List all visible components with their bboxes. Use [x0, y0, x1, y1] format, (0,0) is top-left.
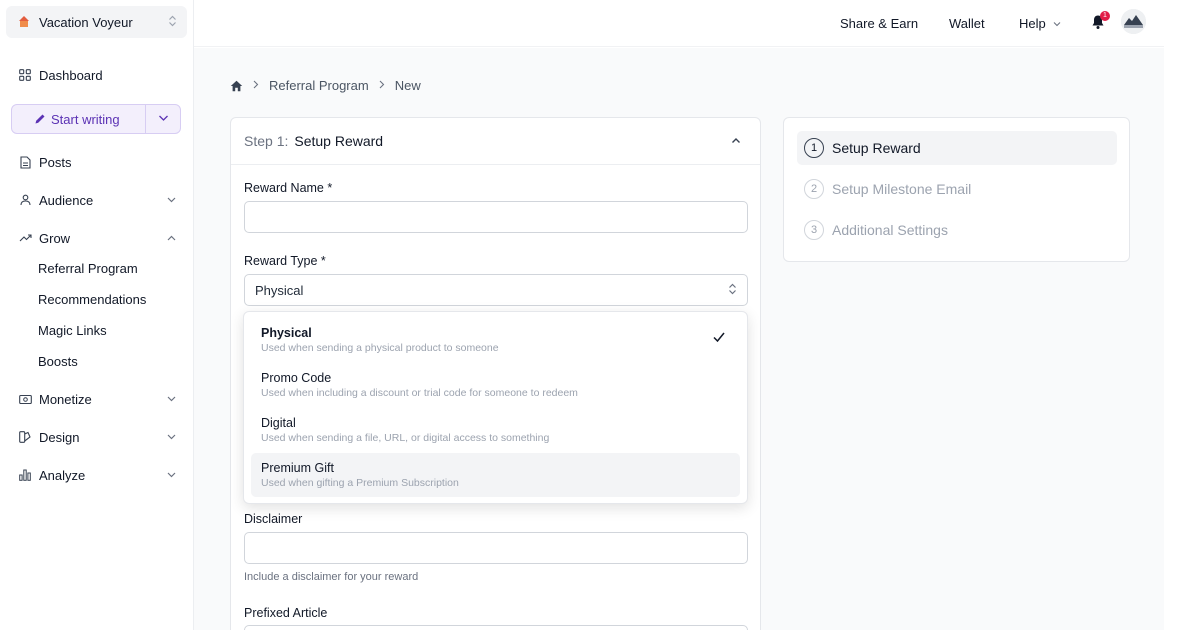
chevron-up-icon[interactable]: [731, 135, 741, 147]
reward-type-dropdown: Physical Used when sending a physical pr…: [243, 311, 748, 504]
help-menu[interactable]: Help: [1019, 16, 1061, 31]
sidebar-item-grow[interactable]: Grow: [18, 227, 176, 249]
sidebar-item-label: Audience: [39, 192, 94, 208]
wallet-link[interactable]: Wallet: [949, 16, 985, 31]
option-description: Used when including a discount or trial …: [261, 387, 578, 399]
option-description: Used when sending a physical product to …: [261, 342, 499, 354]
option-title: Premium Gift: [261, 461, 334, 475]
reward-name-label: Reward Name *: [244, 181, 333, 195]
option-premium-gift[interactable]: Premium Gift Used when gifting a Premium…: [251, 453, 740, 497]
sidebar-subitem-referral-program[interactable]: Referral Program: [38, 259, 138, 279]
sidebar-item-audience[interactable]: Audience: [18, 189, 176, 211]
step-title: Setup Reward: [294, 133, 384, 149]
start-writing-label: Start writing: [51, 111, 120, 127]
sidebar-item-dashboard[interactable]: Dashboard: [18, 64, 176, 86]
sidebar-item-design[interactable]: Design: [18, 426, 176, 448]
option-title: Promo Code: [261, 371, 332, 385]
check-icon: [713, 332, 725, 343]
chevron-down-icon: [167, 394, 176, 405]
breadcrumb-current: New: [394, 78, 421, 93]
avatar[interactable]: [1121, 9, 1146, 34]
step-number: 1: [804, 138, 824, 158]
sidebar-item-analyze[interactable]: Analyze: [18, 464, 176, 486]
step-setup-reward[interactable]: 1 Setup Reward: [797, 131, 1117, 165]
start-writing-dropdown-button[interactable]: [146, 113, 180, 125]
publication-switcher[interactable]: Vacation Voyeur: [6, 6, 187, 38]
step-label: Setup Milestone Email: [832, 181, 972, 197]
right-margin: [1164, 0, 1200, 630]
sidebar: [0, 0, 194, 630]
chevron-down-icon: [167, 470, 176, 481]
chevron-up-down-icon: [728, 283, 737, 298]
steps-panel: 1 Setup Reward 2 Setup Milestone Email 3…: [783, 117, 1130, 262]
notification-badge: 1: [1100, 11, 1110, 21]
prefixed-article-label: Prefixed Article: [244, 606, 328, 620]
step-setup-milestone-email[interactable]: 2 Setup Milestone Email: [797, 172, 1117, 206]
sidebar-item-label: Monetize: [39, 391, 92, 407]
prefixed-article-select[interactable]: [244, 625, 748, 630]
disclaimer-help-text: Include a disclaimer for your reward: [244, 571, 419, 583]
reward-type-value: Physical: [255, 282, 304, 298]
sidebar-item-label: Grow: [39, 230, 71, 246]
share-earn-link[interactable]: Share & Earn: [840, 16, 918, 31]
banknote-icon: [18, 392, 32, 406]
sidebar-item-label: Design: [39, 429, 80, 445]
chevron-right-icon: [379, 80, 385, 92]
reward-name-input[interactable]: [244, 201, 748, 233]
chevron-down-icon: [1053, 21, 1061, 26]
home-icon[interactable]: [230, 80, 243, 92]
disclaimer-label: Disclaimer: [244, 512, 303, 526]
sidebar-item-posts[interactable]: Posts: [18, 151, 176, 173]
pencil-icon: [35, 114, 45, 124]
help-label: Help: [1019, 16, 1046, 31]
start-writing-button-group: Start writing: [11, 104, 181, 134]
sidebar-subitem-magic-links[interactable]: Magic Links: [38, 321, 107, 341]
step-label: Step 1:: [244, 133, 289, 149]
chevron-up-down-icon: [168, 15, 177, 30]
disclaimer-input[interactable]: [244, 532, 748, 564]
sidebar-subitem-boosts[interactable]: Boosts: [38, 352, 78, 372]
sidebar-item-label: Posts: [39, 154, 72, 170]
chevron-down-icon: [167, 195, 176, 206]
document-icon: [18, 155, 32, 169]
step-header[interactable]: Step 1: Setup Reward: [231, 118, 760, 165]
palette-icon: [18, 430, 32, 444]
sidebar-item-label: Analyze: [39, 467, 86, 483]
step-label: Additional Settings: [832, 222, 948, 238]
option-physical[interactable]: Physical Used when sending a physical pr…: [251, 318, 740, 362]
step-additional-settings[interactable]: 3 Additional Settings: [797, 213, 1117, 247]
step-label: Setup Reward: [832, 140, 921, 156]
breadcrumb-referral-program[interactable]: Referral Program: [269, 78, 369, 93]
chevron-right-icon: [253, 80, 259, 92]
option-title: Digital: [261, 416, 296, 430]
sidebar-item-monetize[interactable]: Monetize: [18, 388, 176, 410]
trending-up-icon: [18, 231, 32, 245]
publication-logo-icon: [18, 16, 30, 28]
start-writing-button[interactable]: Start writing: [12, 105, 146, 133]
option-title: Physical: [261, 326, 312, 340]
grid-icon: [18, 68, 32, 82]
sidebar-subitem-recommendations[interactable]: Recommendations: [38, 290, 146, 310]
chevron-up-icon: [167, 233, 176, 244]
step-number: 2: [804, 179, 824, 199]
option-description: Used when sending a file, URL, or digita…: [261, 432, 550, 444]
step-number: 3: [804, 220, 824, 240]
chevron-down-icon: [167, 432, 176, 443]
option-description: Used when gifting a Premium Subscription: [261, 477, 459, 489]
option-digital[interactable]: Digital Used when sending a file, URL, o…: [251, 408, 740, 452]
reward-type-label: Reward Type *: [244, 254, 326, 268]
sidebar-item-label: Dashboard: [39, 67, 103, 83]
option-promo-code[interactable]: Promo Code Used when including a discoun…: [251, 363, 740, 407]
users-icon: [18, 193, 32, 207]
reward-type-select[interactable]: Physical: [244, 274, 748, 306]
publication-name: Vacation Voyeur: [39, 14, 133, 30]
chevron-down-icon: [158, 115, 168, 121]
breadcrumb: Referral Program New: [230, 78, 421, 93]
bar-chart-icon: [18, 468, 32, 482]
